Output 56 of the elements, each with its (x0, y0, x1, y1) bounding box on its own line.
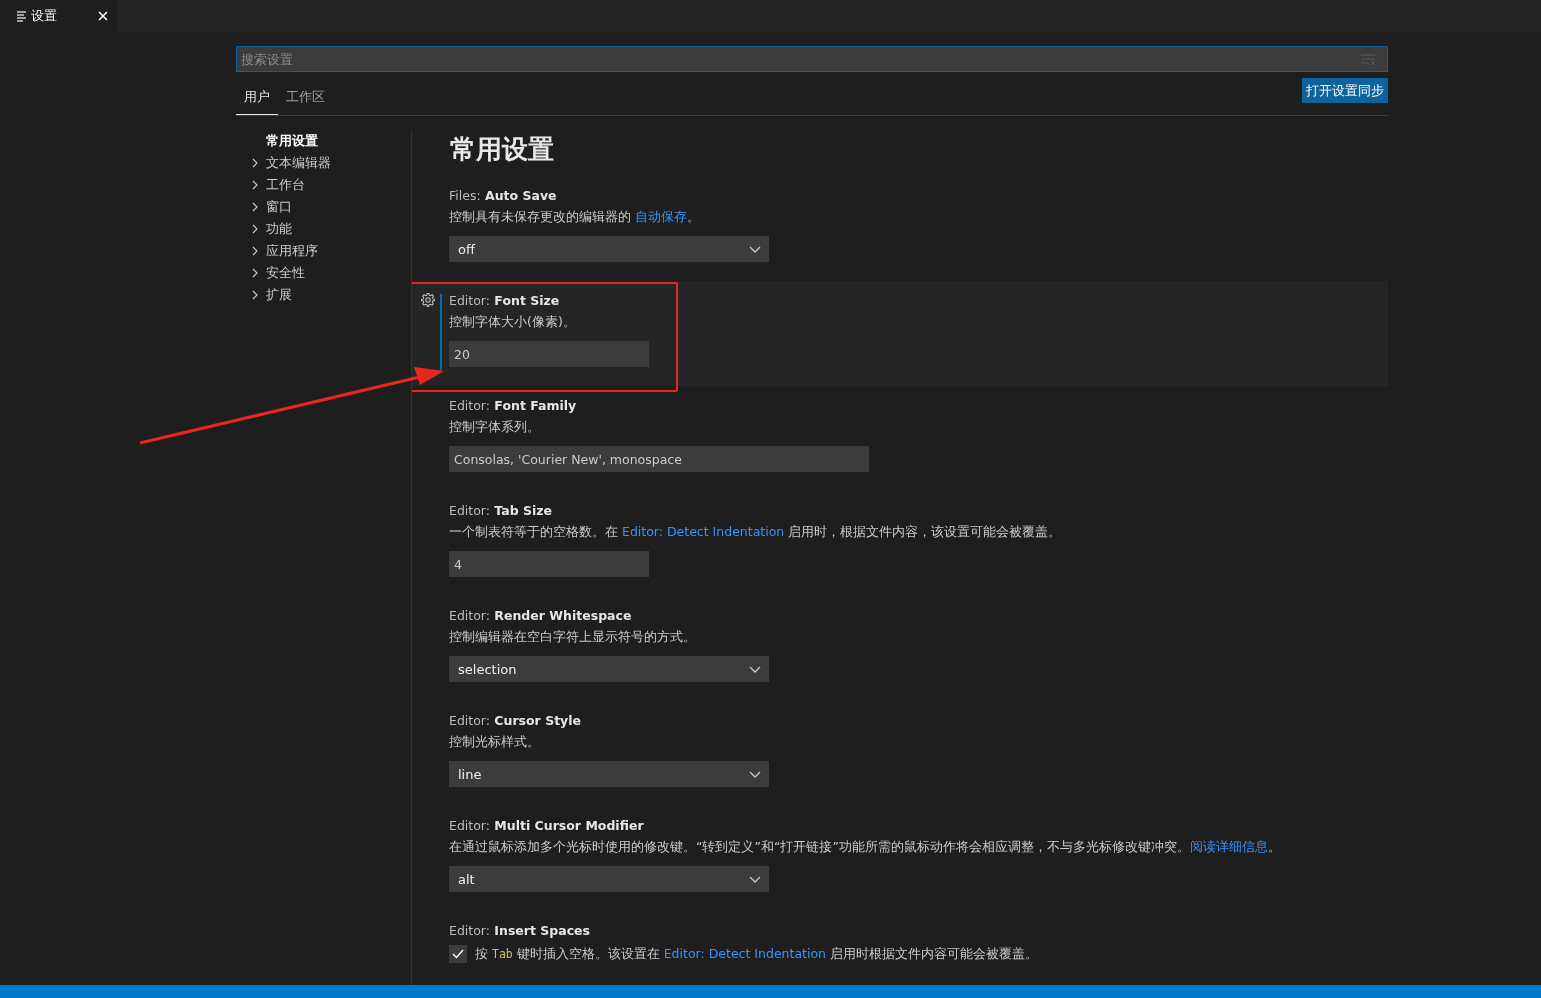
section-heading: 常用设置 (449, 133, 555, 166)
input-field[interactable]: 20 (449, 341, 649, 367)
setting-description: 控制具有未保存更改的编辑器的 自动保存。 (449, 208, 701, 226)
chevron-right-icon (250, 180, 260, 190)
setting-title: Editor: Insert Spaces (449, 922, 592, 940)
scope-tab[interactable]: 用户 (236, 83, 278, 115)
chevron-right-icon (250, 224, 260, 234)
chevron-right-icon (250, 268, 260, 278)
close-icon[interactable] (98, 11, 108, 21)
setting-description: 控制字体大小(像素)。 (449, 313, 577, 331)
toc-item[interactable]: 工作台 (250, 174, 411, 196)
setting-title: Editor: Render Whitespace (449, 607, 633, 625)
dropdown[interactable]: selection (449, 656, 769, 682)
dropdown[interactable]: line (449, 761, 769, 787)
chevron-down-icon (749, 770, 761, 778)
chevron-down-icon (749, 665, 761, 673)
chevron-right-icon (250, 290, 260, 300)
toc-item[interactable]: 功能 (250, 218, 411, 240)
checkbox[interactable] (449, 944, 467, 963)
setting-title: Editor: Tab Size (449, 502, 554, 520)
editor-tab[interactable]: 设置 (0, 0, 118, 32)
chevron-right-icon (250, 158, 260, 168)
setting-title: Editor: Multi Cursor Modifier (449, 817, 645, 835)
dropdown[interactable]: alt (449, 866, 769, 892)
input-field[interactable]: Consolas, 'Courier New', monospace (449, 446, 869, 472)
chevron-right-icon (250, 246, 260, 256)
setting-title: Editor: Font Family (449, 397, 578, 415)
setting-description: 控制字体系列。 (449, 418, 541, 436)
toc-item[interactable]: 文本编辑器 (250, 152, 411, 174)
toc-item[interactable]: 安全性 (250, 262, 411, 284)
setting-title: Editor: Font Size (449, 292, 561, 310)
toc-item[interactable]: 常用设置 (250, 130, 411, 152)
scope-tab[interactable]: 工作区 (278, 83, 333, 115)
toc-item[interactable]: 扩展 (250, 284, 411, 306)
link[interactable]: Editor: Detect Indentation (622, 524, 785, 539)
setting-description: 一个制表符等于的空格数。在 Editor: Detect Indentation 启用时，根据文件内容，该设置可能会被覆盖。 (449, 523, 1062, 541)
chevron-down-icon (749, 875, 761, 883)
search-field[interactable]: 搜索设置 (236, 46, 1388, 72)
toc-item[interactable]: 应用程序 (250, 240, 411, 262)
setting-title: Files: Auto Save (449, 187, 558, 205)
list-icon (16, 10, 27, 22)
setting-description: 控制编辑器在空白字符上显示符号的方式。 (449, 628, 697, 646)
link[interactable]: Editor: Detect Indentation (663, 946, 826, 961)
chevron-down-icon (749, 245, 761, 253)
sync-button[interactable]: 打开设置同步 (1302, 78, 1388, 103)
dropdown[interactable]: off (449, 236, 769, 262)
link[interactable]: 阅读详细信息 (1189, 839, 1268, 854)
gear-icon[interactable] (420, 293, 436, 308)
input-field[interactable]: 4 (449, 551, 649, 577)
toc-item[interactable]: 窗口 (250, 196, 411, 218)
chevron-right-icon (250, 202, 260, 212)
link[interactable]: 自动保存 (635, 209, 687, 224)
setting-description: 按 Tab 键时插入空格。该设置在 Editor: Detect Indentation 启用时根据文件内容可能会被覆盖。 (475, 945, 1038, 963)
setting-description: 控制光标样式。 (449, 733, 541, 751)
setting-title: Editor: Cursor Style (449, 712, 583, 730)
setting-description: 在通过鼠标添加多个光标时使用的修改键。“转到定义”和“打开链接”功能所需的鼠标动作将会相应调整，不与多光标修改键冲突。阅读详细信息。 (449, 838, 1281, 856)
